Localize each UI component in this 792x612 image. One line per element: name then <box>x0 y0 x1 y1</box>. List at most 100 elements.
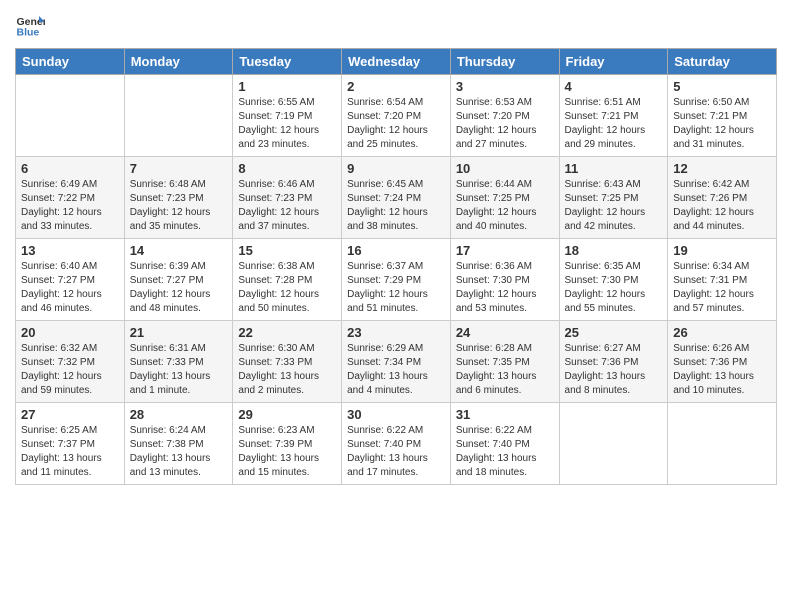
sunset: Sunset: 7:23 PM <box>130 193 204 204</box>
sunrise: Sunrise: 6:37 AM <box>347 261 423 272</box>
calendar-cell: 2 Sunrise: 6:54 AM Sunset: 7:20 PM Dayli… <box>342 75 451 157</box>
daylight: Daylight: 12 hours and 55 minutes. <box>565 289 646 314</box>
cell-content: Sunrise: 6:22 AM Sunset: 7:40 PM Dayligh… <box>347 424 445 480</box>
daylight: Daylight: 13 hours and 2 minutes. <box>238 371 319 396</box>
sunrise: Sunrise: 6:30 AM <box>238 343 314 354</box>
calendar-cell: 24 Sunrise: 6:28 AM Sunset: 7:35 PM Dayl… <box>450 321 559 403</box>
daylight: Daylight: 12 hours and 37 minutes. <box>238 207 319 232</box>
sunrise: Sunrise: 6:45 AM <box>347 179 423 190</box>
sunset: Sunset: 7:21 PM <box>673 111 747 122</box>
sunset: Sunset: 7:30 PM <box>565 275 639 286</box>
header: General Blue <box>15 10 777 40</box>
daylight: Daylight: 12 hours and 48 minutes. <box>130 289 211 314</box>
day-number: 23 <box>347 325 445 340</box>
day-number: 12 <box>673 161 771 176</box>
sunset: Sunset: 7:29 PM <box>347 275 421 286</box>
daylight: Daylight: 13 hours and 8 minutes. <box>565 371 646 396</box>
daylight: Daylight: 12 hours and 27 minutes. <box>456 125 537 150</box>
sunset: Sunset: 7:35 PM <box>456 357 530 368</box>
day-number: 28 <box>130 407 228 422</box>
daylight: Daylight: 13 hours and 6 minutes. <box>456 371 537 396</box>
calendar-cell: 1 Sunrise: 6:55 AM Sunset: 7:19 PM Dayli… <box>233 75 342 157</box>
sunrise: Sunrise: 6:26 AM <box>673 343 749 354</box>
cell-content: Sunrise: 6:55 AM Sunset: 7:19 PM Dayligh… <box>238 96 336 152</box>
sunset: Sunset: 7:26 PM <box>673 193 747 204</box>
col-tuesday: Tuesday <box>233 49 342 75</box>
daylight: Daylight: 12 hours and 23 minutes. <box>238 125 319 150</box>
sunrise: Sunrise: 6:29 AM <box>347 343 423 354</box>
daylight: Daylight: 12 hours and 33 minutes. <box>21 207 102 232</box>
sunset: Sunset: 7:22 PM <box>21 193 95 204</box>
daylight: Daylight: 12 hours and 51 minutes. <box>347 289 428 314</box>
day-number: 30 <box>347 407 445 422</box>
calendar-cell: 22 Sunrise: 6:30 AM Sunset: 7:33 PM Dayl… <box>233 321 342 403</box>
daylight: Daylight: 13 hours and 10 minutes. <box>673 371 754 396</box>
day-number: 6 <box>21 161 119 176</box>
daylight: Daylight: 13 hours and 1 minute. <box>130 371 211 396</box>
col-saturday: Saturday <box>668 49 777 75</box>
daylight: Daylight: 12 hours and 57 minutes. <box>673 289 754 314</box>
cell-content: Sunrise: 6:38 AM Sunset: 7:28 PM Dayligh… <box>238 260 336 316</box>
day-number: 15 <box>238 243 336 258</box>
cell-content: Sunrise: 6:30 AM Sunset: 7:33 PM Dayligh… <box>238 342 336 398</box>
day-number: 17 <box>456 243 554 258</box>
sunset: Sunset: 7:36 PM <box>673 357 747 368</box>
sunrise: Sunrise: 6:24 AM <box>130 425 206 436</box>
sunset: Sunset: 7:20 PM <box>456 111 530 122</box>
sunrise: Sunrise: 6:27 AM <box>565 343 641 354</box>
sunset: Sunset: 7:39 PM <box>238 439 312 450</box>
calendar-cell: 27 Sunrise: 6:25 AM Sunset: 7:37 PM Dayl… <box>16 403 125 485</box>
calendar-cell: 3 Sunrise: 6:53 AM Sunset: 7:20 PM Dayli… <box>450 75 559 157</box>
calendar-cell: 6 Sunrise: 6:49 AM Sunset: 7:22 PM Dayli… <box>16 157 125 239</box>
sunset: Sunset: 7:27 PM <box>130 275 204 286</box>
day-number: 16 <box>347 243 445 258</box>
sunrise: Sunrise: 6:35 AM <box>565 261 641 272</box>
sunset: Sunset: 7:27 PM <box>21 275 95 286</box>
sunset: Sunset: 7:31 PM <box>673 275 747 286</box>
calendar-cell: 17 Sunrise: 6:36 AM Sunset: 7:30 PM Dayl… <box>450 239 559 321</box>
calendar-cell: 8 Sunrise: 6:46 AM Sunset: 7:23 PM Dayli… <box>233 157 342 239</box>
cell-content: Sunrise: 6:32 AM Sunset: 7:32 PM Dayligh… <box>21 342 119 398</box>
day-number: 24 <box>456 325 554 340</box>
calendar-cell: 28 Sunrise: 6:24 AM Sunset: 7:38 PM Dayl… <box>124 403 233 485</box>
cell-content: Sunrise: 6:28 AM Sunset: 7:35 PM Dayligh… <box>456 342 554 398</box>
daylight: Daylight: 12 hours and 59 minutes. <box>21 371 102 396</box>
daylight: Daylight: 12 hours and 31 minutes. <box>673 125 754 150</box>
sunset: Sunset: 7:20 PM <box>347 111 421 122</box>
sunset: Sunset: 7:37 PM <box>21 439 95 450</box>
sunset: Sunset: 7:36 PM <box>565 357 639 368</box>
col-monday: Monday <box>124 49 233 75</box>
calendar-page: General Blue Sunday Monday Tuesday Wedne… <box>0 0 792 612</box>
daylight: Daylight: 13 hours and 11 minutes. <box>21 453 102 478</box>
sunrise: Sunrise: 6:32 AM <box>21 343 97 354</box>
daylight: Daylight: 12 hours and 46 minutes. <box>21 289 102 314</box>
daylight: Daylight: 12 hours and 29 minutes. <box>565 125 646 150</box>
day-number: 20 <box>21 325 119 340</box>
sunrise: Sunrise: 6:34 AM <box>673 261 749 272</box>
cell-content: Sunrise: 6:29 AM Sunset: 7:34 PM Dayligh… <box>347 342 445 398</box>
day-number: 19 <box>673 243 771 258</box>
logo: General Blue <box>15 10 49 40</box>
daylight: Daylight: 12 hours and 44 minutes. <box>673 207 754 232</box>
sunrise: Sunrise: 6:48 AM <box>130 179 206 190</box>
cell-content: Sunrise: 6:26 AM Sunset: 7:36 PM Dayligh… <box>673 342 771 398</box>
sunrise: Sunrise: 6:31 AM <box>130 343 206 354</box>
day-number: 18 <box>565 243 663 258</box>
cell-content: Sunrise: 6:27 AM Sunset: 7:36 PM Dayligh… <box>565 342 663 398</box>
sunset: Sunset: 7:24 PM <box>347 193 421 204</box>
col-friday: Friday <box>559 49 668 75</box>
cell-content: Sunrise: 6:24 AM Sunset: 7:38 PM Dayligh… <box>130 424 228 480</box>
calendar-cell: 31 Sunrise: 6:22 AM Sunset: 7:40 PM Dayl… <box>450 403 559 485</box>
cell-content: Sunrise: 6:35 AM Sunset: 7:30 PM Dayligh… <box>565 260 663 316</box>
sunrise: Sunrise: 6:22 AM <box>456 425 532 436</box>
day-number: 4 <box>565 79 663 94</box>
calendar-cell <box>559 403 668 485</box>
cell-content: Sunrise: 6:25 AM Sunset: 7:37 PM Dayligh… <box>21 424 119 480</box>
day-number: 5 <box>673 79 771 94</box>
sunrise: Sunrise: 6:22 AM <box>347 425 423 436</box>
daylight: Daylight: 12 hours and 35 minutes. <box>130 207 211 232</box>
calendar-week-row: 6 Sunrise: 6:49 AM Sunset: 7:22 PM Dayli… <box>16 157 777 239</box>
sunrise: Sunrise: 6:23 AM <box>238 425 314 436</box>
calendar-cell: 20 Sunrise: 6:32 AM Sunset: 7:32 PM Dayl… <box>16 321 125 403</box>
col-sunday: Sunday <box>16 49 125 75</box>
